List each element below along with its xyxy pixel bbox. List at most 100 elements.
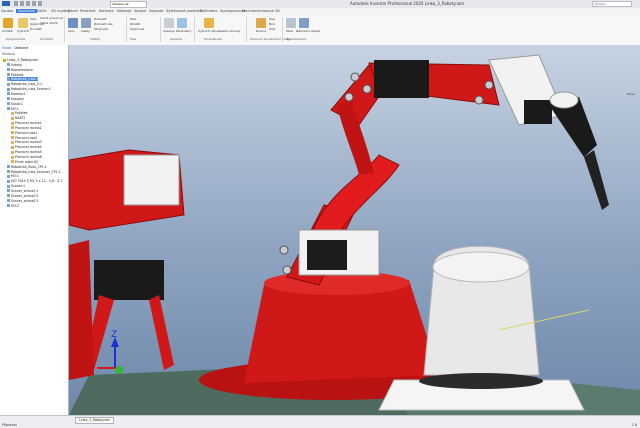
search-input[interactable] xyxy=(592,1,632,7)
servo-motor xyxy=(307,240,347,270)
browser-tree-item[interactable]: Počátek xyxy=(7,73,24,77)
browser-tree-item-label: Pracovní rovina3 xyxy=(15,140,42,145)
place-button-label[interactable]: Umístit xyxy=(2,29,13,33)
tab-design[interactable]: Návrh xyxy=(68,9,78,13)
browser-tree-item[interactable]: M3:1 xyxy=(7,174,19,178)
redo-icon[interactable] xyxy=(38,1,42,6)
browser-tree-item[interactable]: Robotická_ruka_Scaner:1 xyxy=(7,87,51,91)
hide-all-button[interactable]: Skrýt vše xyxy=(94,27,108,31)
window-title: Autodesk Inventor Professional 2020 Link… xyxy=(350,1,464,6)
parameters-button-label[interactable]: Parametry xyxy=(176,29,192,33)
parameters-icon[interactable] xyxy=(177,18,187,28)
browser-tree-item[interactable]: Počátek xyxy=(11,111,28,115)
browser-tree-item[interactable]: Kladivo:1 xyxy=(7,92,26,96)
browser-tree-item-label: Sroubky xyxy=(11,96,24,101)
show-button[interactable]: Zobrazit xyxy=(94,17,106,21)
browser-tree-item-label: Scaner_snímač:3 xyxy=(11,198,39,203)
browser-tree-item[interactable]: Pracovní rovina2 xyxy=(11,126,42,130)
tab-inspect[interactable]: Kontrola xyxy=(99,9,113,13)
mirror-button[interactable]: Zrcadlit xyxy=(30,27,41,31)
tab-manage[interactable]: Správa xyxy=(134,9,146,13)
tab-view[interactable]: Zobrazit xyxy=(149,9,164,13)
undo-icon[interactable] xyxy=(32,1,36,6)
new-file-icon[interactable] xyxy=(14,1,18,6)
browser-header: Sestava xyxy=(2,52,15,56)
browser-tree-item[interactable]: Pracovní rovina5 xyxy=(11,150,42,154)
graphics-viewport[interactable]: Z Pravý xyxy=(69,45,640,415)
browser-tree-item[interactable]: Scaner_snímač:1 xyxy=(7,189,38,193)
browser-tree-item[interactable]: M3:2 xyxy=(7,204,19,208)
ucs-button[interactable]: UCS xyxy=(269,27,275,31)
browser-tree-item[interactable]: Pracovní osa1 xyxy=(11,131,37,135)
browser-tree-item[interactable]: Scaner_snímač:2 xyxy=(7,194,38,198)
browser-tree-item[interactable]: Linka_3_Roboty.iam xyxy=(3,58,38,62)
open-icon[interactable] xyxy=(20,1,24,6)
user-feature-button-label[interactable]: Vytvořit uživatelské rohovky xyxy=(198,29,240,33)
show-all-button[interactable]: Zobrazit vše xyxy=(94,22,113,26)
browser-tree-item[interactable]: Reprezentace xyxy=(7,68,33,72)
shorten-button[interactable]: Zkrátit xyxy=(130,22,140,26)
browser-tree-item[interactable]: Sroubky xyxy=(7,97,24,101)
browser-tree-item[interactable]: Robotická_ruka_Scanner_CP1:1 xyxy=(7,170,61,174)
browser-tree-item[interactable]: M3:1 xyxy=(7,107,19,111)
viewcube-label[interactable]: Pravý xyxy=(627,92,635,96)
browser-tree-item[interactable]: Pracovní rovina3 xyxy=(11,140,42,144)
free-rotate-button[interactable]: Volně otočit xyxy=(40,21,58,25)
browser-tree-item[interactable]: Vztahy xyxy=(7,63,22,67)
browser-tree-item[interactable]: Pracovní rovina1 xyxy=(11,121,42,125)
tab-get-started[interactable]: Začínáme xyxy=(200,9,217,13)
tab-electromechanical[interactable]: Electromechanical xyxy=(242,9,274,13)
bom-button-label[interactable]: Svazuje xyxy=(163,29,175,33)
tab-tools[interactable]: Nástroje xyxy=(117,9,132,13)
joint-icon[interactable] xyxy=(68,18,78,28)
screw xyxy=(279,245,289,255)
shrinkwrap-icon[interactable] xyxy=(286,18,296,28)
constrain-button-label[interactable]: Vazby xyxy=(81,29,90,33)
tab-3d[interactable]: 3D xyxy=(275,9,280,13)
bom-icon[interactable] xyxy=(164,18,174,28)
create-button-label[interactable]: Vytvořit xyxy=(17,29,29,33)
browser-tree-item-label: Linka_3_Roboty.iam xyxy=(7,58,39,62)
substitute-button-label[interactable]: Náhradní objekt xyxy=(296,29,320,33)
tab-system-environment[interactable]: Systémové prostředí xyxy=(166,9,202,13)
browser-tree-item[interactable]: Prvek odstr.(0) xyxy=(11,160,38,164)
pattern-button[interactable]: Vzor xyxy=(30,17,37,21)
browser-tree-item[interactable]: ISO 7045 Z M2,5 x 12 - 4,8 - Z:1 xyxy=(7,179,62,183)
browser-tree-item[interactable]: Pracovní osa2 xyxy=(11,136,37,140)
axis-button[interactable]: Osa xyxy=(269,17,275,21)
browser-tree-item[interactable]: Robotická_ruka_2:1 xyxy=(7,82,42,86)
place-component-icon[interactable] xyxy=(3,18,13,28)
browser-tree-item[interactable]: NAKT2 xyxy=(11,116,25,120)
constrain-icon[interactable] xyxy=(81,18,91,28)
part-icon xyxy=(11,140,14,144)
pattern-small-button[interactable]: Pole xyxy=(130,17,136,21)
browser-tab-model[interactable]: Model xyxy=(2,46,12,50)
save-icon[interactable] xyxy=(26,1,30,6)
create-component-icon[interactable] xyxy=(18,18,28,28)
appearance-dropdown[interactable]: Všeobecné xyxy=(110,1,147,8)
browser-tree-item[interactable]: Pracovní rovina6 xyxy=(11,155,42,159)
browser-tab-favorites[interactable]: Oblíbené xyxy=(14,46,28,50)
browser-tree-item[interactable]: Scaner:1 xyxy=(7,184,25,188)
tab-environments[interactable]: Prostředí xyxy=(80,9,95,13)
shrinkwrap-button-label[interactable]: Obal xyxy=(286,29,293,33)
app-menu-icon[interactable] xyxy=(2,1,10,6)
plane-button-label[interactable]: Rovina xyxy=(256,29,266,33)
point-button[interactable]: Bod xyxy=(269,22,275,26)
browser-tree-item[interactable]: Scaner_snímač:3 xyxy=(7,199,38,203)
tab-file[interactable]: Soubor xyxy=(1,9,13,13)
substitute-icon[interactable] xyxy=(299,18,309,28)
tab-assemble[interactable]: Sestavení xyxy=(16,9,38,13)
free-move-button[interactable]: Volně posunout xyxy=(40,16,63,20)
browser-tree-item[interactable]: Kloub:1 xyxy=(7,102,23,106)
document-tab[interactable]: Linka_3_Roboty.iam xyxy=(75,417,115,424)
tab-sketch[interactable]: Náčrt xyxy=(37,9,47,13)
plane-icon[interactable] xyxy=(256,18,266,28)
copy-small-button[interactable]: Kopírovat xyxy=(130,27,144,31)
browser-tree-item[interactable]: Robotická_Ruka_CP1:1 xyxy=(7,165,47,169)
browser-tree-item[interactable]: Robotická_ruka:1 xyxy=(7,77,39,82)
browser-tree-item[interactable]: Pracovní rovina4 xyxy=(11,145,42,149)
create-user-icon[interactable] xyxy=(204,18,214,28)
joint-button-label[interactable]: Spoj xyxy=(68,29,74,33)
part-icon xyxy=(11,111,14,115)
